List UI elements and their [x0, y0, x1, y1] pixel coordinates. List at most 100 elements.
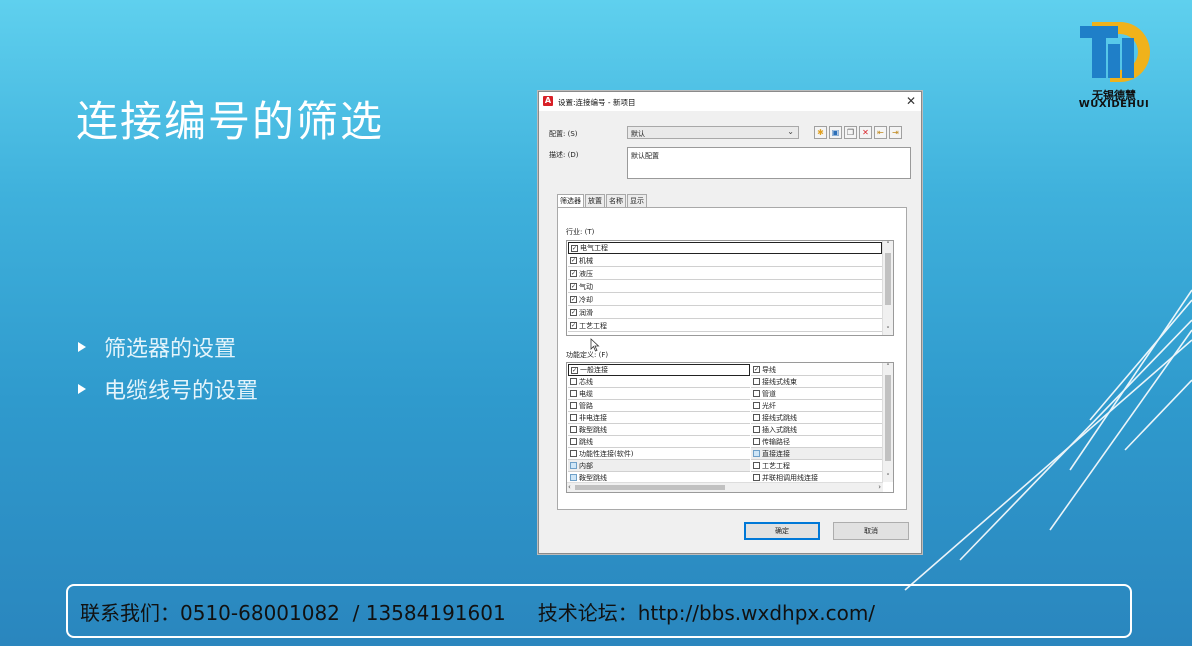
desc-field[interactable]: 默认配置	[627, 147, 911, 179]
new-config-icon[interactable]: ✱	[814, 126, 827, 139]
config-select[interactable]: 默认 ⌄	[627, 126, 799, 139]
list-item-label: 管道	[762, 389, 776, 398]
list-item-label: 冷却	[579, 295, 593, 304]
checkbox[interactable]	[753, 438, 760, 445]
checkbox[interactable]	[570, 450, 577, 457]
function-scrollbar[interactable]: ˄ ˅	[882, 363, 893, 482]
list-item[interactable]: 插入式跳线	[751, 424, 883, 436]
list-item-label: 插入式跳线	[762, 425, 797, 434]
list-item[interactable]: 传输路径	[751, 436, 883, 448]
cancel-button[interactable]: 取消	[833, 522, 909, 540]
scroll-thumb[interactable]	[575, 485, 725, 490]
list-item-label: 电缆	[579, 389, 593, 398]
list-item[interactable]: 工艺工程	[751, 460, 883, 472]
scroll-thumb[interactable]	[885, 253, 891, 305]
list-item-label: 液压	[579, 269, 593, 278]
list-item[interactable]: 润滑	[568, 307, 882, 319]
list-item[interactable]: 导线	[751, 364, 883, 376]
export-icon[interactable]: ⇤	[874, 126, 887, 139]
tab-placement[interactable]: 放置	[585, 194, 605, 208]
list-item[interactable]: 直接连接	[751, 448, 883, 460]
checkbox[interactable]	[753, 462, 760, 469]
list-item[interactable]: 鞍型跳线	[568, 424, 750, 436]
checkbox[interactable]	[753, 414, 760, 421]
list-item-label: 非电连接	[579, 413, 607, 422]
close-icon[interactable]: ✕	[906, 94, 916, 108]
scroll-thumb[interactable]	[885, 375, 891, 461]
import-icon[interactable]: ⇥	[889, 126, 902, 139]
list-item[interactable]: 跳线	[568, 436, 750, 448]
checkbox[interactable]	[570, 378, 577, 385]
list-item[interactable]: 液压	[568, 268, 882, 280]
tab-name[interactable]: 名称	[606, 194, 626, 208]
checkbox[interactable]	[570, 414, 577, 421]
checkbox[interactable]	[571, 244, 578, 252]
scroll-down-icon[interactable]: ˅	[883, 326, 893, 334]
checkbox[interactable]	[753, 426, 760, 433]
scroll-up-icon[interactable]: ˄	[883, 241, 893, 249]
checkbox[interactable]	[570, 402, 577, 409]
list-item[interactable]: 气动	[568, 281, 882, 293]
list-item[interactable]: 光纤	[751, 400, 883, 412]
dialog-titlebar[interactable]: A 设置:连接编号 - 新项目 ✕	[539, 92, 921, 111]
list-item[interactable]: 接线式跳线	[751, 412, 883, 424]
function-hscrollbar[interactable]: ‹ ›	[567, 482, 883, 492]
company-logo: 无锡德慧 WUXIDEHUI	[1066, 18, 1162, 114]
config-value: 默认	[631, 130, 645, 138]
checkbox[interactable]	[570, 283, 577, 290]
ok-button[interactable]: 确定	[744, 522, 820, 540]
industry-scrollbar[interactable]: ˄ ˅	[882, 241, 893, 335]
checkbox[interactable]	[753, 474, 760, 481]
footer-forum[interactable]: 技术论坛：http://bbs.wxdhpx.com/	[538, 597, 875, 626]
scroll-down-icon[interactable]: ˅	[883, 473, 893, 481]
scroll-right-icon[interactable]: ›	[878, 483, 881, 491]
checkbox[interactable]	[570, 426, 577, 433]
list-item[interactable]: 接线式线束	[751, 376, 883, 388]
checkbox[interactable]	[753, 366, 760, 373]
settings-dialog: A 设置:连接编号 - 新项目 ✕ 配置: (S) 默认 ⌄ ✱ ▣ ❐ ✕ ⇤…	[538, 91, 922, 554]
checkbox[interactable]	[570, 438, 577, 445]
scroll-up-icon[interactable]: ˄	[883, 363, 893, 371]
checkbox[interactable]	[570, 309, 577, 316]
list-item[interactable]: 内部	[568, 460, 750, 472]
list-item[interactable]: 非电连接	[568, 412, 750, 424]
list-item-label: 芯线	[579, 377, 593, 386]
list-item-label: 功能性连接(软件)	[579, 449, 634, 458]
scroll-left-icon[interactable]: ‹	[568, 483, 571, 491]
checkbox[interactable]	[571, 366, 578, 374]
save-icon[interactable]: ▣	[829, 126, 842, 139]
list-item[interactable]: 一般连接	[568, 364, 750, 376]
checkbox[interactable]	[753, 390, 760, 397]
list-item-label: 接线式线束	[762, 377, 797, 386]
list-item[interactable]: 电气工程	[568, 242, 882, 254]
list-item[interactable]: 管道	[751, 388, 883, 400]
checkbox[interactable]	[753, 402, 760, 409]
list-item[interactable]: 工艺工程	[568, 320, 882, 332]
logo-icon	[1080, 22, 1150, 82]
checkbox[interactable]	[570, 322, 577, 329]
checkbox[interactable]	[570, 296, 577, 303]
list-item[interactable]: 机械	[568, 255, 882, 267]
checkbox[interactable]	[570, 257, 577, 264]
checkbox[interactable]	[570, 390, 577, 397]
checkbox[interactable]	[753, 378, 760, 385]
list-item-label: 管路	[579, 401, 593, 410]
tab-display[interactable]: 显示	[627, 194, 647, 208]
checkbox[interactable]	[570, 462, 577, 469]
checkbox[interactable]	[570, 474, 577, 481]
list-item[interactable]: 管路	[568, 400, 750, 412]
config-label: 配置: (S)	[549, 130, 578, 138]
industry-label: 行业: (T)	[566, 228, 595, 236]
list-item-label: 传输路径	[762, 437, 790, 446]
list-item-label: 跳线	[579, 437, 593, 446]
copy-icon[interactable]: ❐	[844, 126, 857, 139]
list-item-label: 鞍型跳线	[579, 425, 607, 434]
checkbox[interactable]	[753, 450, 760, 457]
list-item[interactable]: 芯线	[568, 376, 750, 388]
list-item-label: 一般连接	[580, 366, 608, 374]
checkbox[interactable]	[570, 270, 577, 277]
list-item[interactable]: 电缆	[568, 388, 750, 400]
list-item[interactable]: 冷却	[568, 294, 882, 306]
list-item[interactable]: 功能性连接(软件)	[568, 448, 750, 460]
delete-icon[interactable]: ✕	[859, 126, 872, 139]
